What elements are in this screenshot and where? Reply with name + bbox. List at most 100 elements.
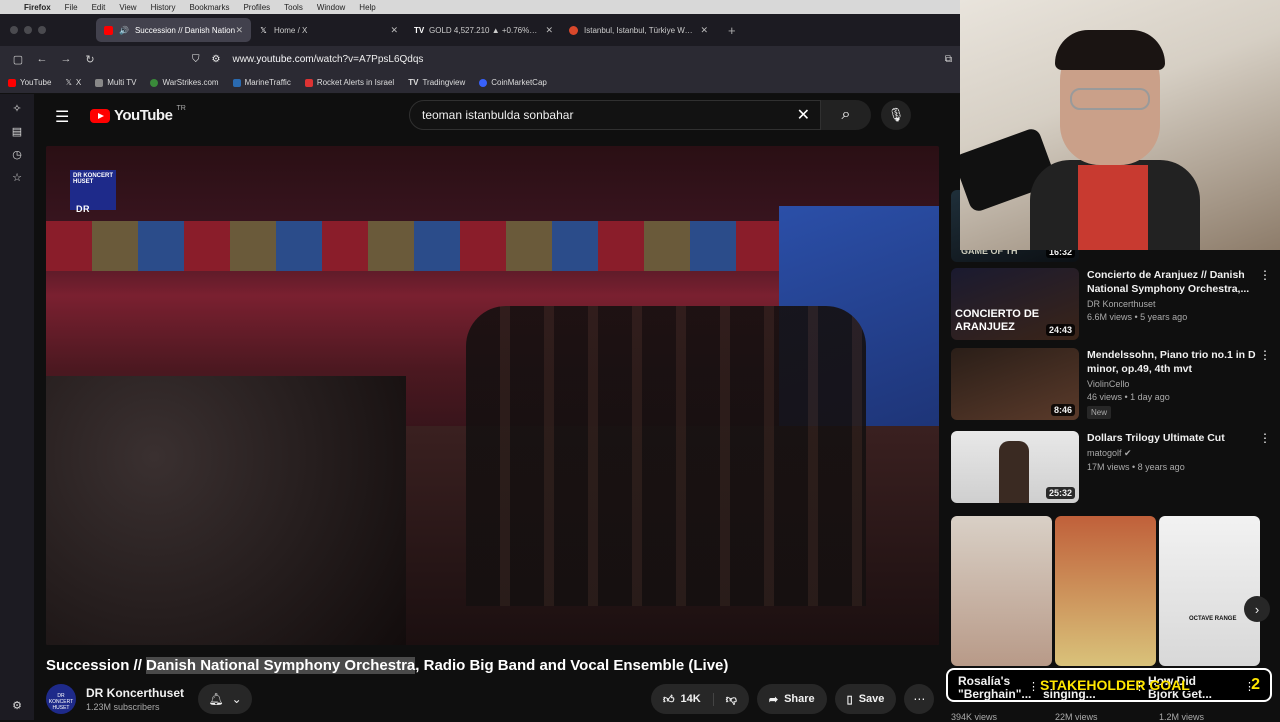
- settings-gear-icon[interactable]: ⚙: [12, 699, 22, 712]
- thumbnail-text: CONCIERTO DE ARANJUEZ: [955, 308, 1040, 333]
- voice-search-button[interactable]: 🎙: [881, 100, 911, 130]
- menu-bookmarks[interactable]: Bookmarks: [189, 3, 229, 12]
- close-tab-icon[interactable]: ✕: [700, 25, 708, 36]
- close-tab-icon[interactable]: ✕: [235, 25, 243, 36]
- speaker-icon[interactable]: 🔊: [119, 26, 129, 35]
- short-item[interactable]: [1055, 516, 1156, 666]
- menu-edit[interactable]: Edit: [92, 3, 106, 12]
- picture-in-picture-icon[interactable]: ⧉: [945, 54, 952, 65]
- reload-icon[interactable]: ↻: [78, 53, 102, 66]
- short-item[interactable]: OCTAVE RANGE: [1159, 516, 1260, 666]
- microphone-icon: 🎙: [887, 107, 905, 122]
- bookmark-youtube[interactable]: YouTube: [8, 78, 51, 87]
- video-title[interactable]: Concierto de Aranjuez // Danish National…: [1087, 268, 1257, 296]
- menu-view[interactable]: View: [119, 3, 136, 12]
- sidebar-toggle-icon[interactable]: ▢: [6, 53, 30, 66]
- more-vertical-icon[interactable]: ⋮: [1028, 680, 1039, 693]
- bookmark-rocket-alerts[interactable]: Rocket Alerts in Israel: [304, 78, 394, 87]
- bookmark-multitv[interactable]: Multi TV: [95, 78, 136, 87]
- reading-list-icon[interactable]: ▤: [12, 125, 22, 138]
- channel-avatar[interactable]: DR KONCERT HUSET: [46, 684, 76, 714]
- cowboy-figure: [999, 441, 1029, 503]
- bookmarks-bar: YouTube 𝕏X Multi TV WarStrikes.com Marin…: [0, 72, 960, 94]
- rocket-icon: [304, 78, 313, 87]
- url-bar[interactable]: ⛉ ⚙ www.youtube.com/watch?v=A7PpsL6Qdqs: [192, 54, 423, 65]
- hamburger-menu-icon[interactable]: ☰: [55, 107, 69, 127]
- shorts-next-button[interactable]: ›: [1244, 596, 1270, 622]
- channel-name[interactable]: DR Koncerthuset: [1087, 299, 1257, 309]
- menu-window[interactable]: Window: [317, 3, 345, 12]
- search-button[interactable]: ⌕: [821, 100, 871, 130]
- bookmark-coinmarketcap[interactable]: CoinMarketCap: [479, 78, 547, 87]
- globe-icon: [150, 78, 159, 87]
- video-thumbnail[interactable]: 25:32: [951, 431, 1079, 503]
- share-button[interactable]: ➦ Share: [756, 684, 827, 714]
- zoom-window-icon[interactable]: [38, 26, 46, 34]
- short-item[interactable]: [951, 516, 1052, 666]
- youtube-play-icon: [90, 108, 110, 123]
- tracking-shield-icon[interactable]: ⛉: [192, 54, 200, 65]
- new-tab-icon[interactable]: +: [716, 23, 736, 38]
- video-player[interactable]: DR KONCERT HUSET DR: [46, 146, 939, 645]
- recommendation-item[interactable]: 25:32 Dollars Trilogy Ultimate Cut matog…: [951, 431, 1271, 503]
- x-icon: 𝕏: [65, 78, 72, 87]
- short-title[interactable]: Rosalía's "Berghain"...: [958, 675, 1031, 701]
- more-vertical-icon[interactable]: ⋮: [1134, 680, 1145, 693]
- tab-youtube[interactable]: 🔊 Succession // Danish Nation ✕: [96, 18, 251, 42]
- back-icon[interactable]: ←: [30, 53, 54, 65]
- menu-help[interactable]: Help: [359, 3, 375, 12]
- goal-count: 2: [1251, 676, 1260, 693]
- video-title[interactable]: Mendelssohn, Piano trio no.1 in D minor,…: [1087, 348, 1257, 376]
- bookmark-tradingview[interactable]: TV Tradingview: [408, 78, 465, 87]
- bookmark-x[interactable]: 𝕏X: [65, 78, 81, 87]
- close-tab-icon[interactable]: ✕: [545, 25, 553, 36]
- tab-label: Home / X: [274, 25, 308, 35]
- share-icon: ➦: [768, 693, 779, 706]
- recommendation-item[interactable]: CONCIERTO DE ARANJUEZ 24:43 Concierto de…: [951, 268, 1271, 340]
- search-icon: ⌕: [841, 106, 851, 123]
- bookmarks-star-icon[interactable]: ☆: [12, 171, 22, 184]
- clear-search-icon[interactable]: ✕: [797, 105, 810, 125]
- like-button[interactable]: 👍︎ 14K: [651, 692, 714, 706]
- bookmark-marinetraffic[interactable]: MarineTraffic: [232, 78, 291, 87]
- more-vertical-icon[interactable]: ⋮: [1259, 268, 1271, 282]
- more-vertical-icon[interactable]: ⋮: [1259, 431, 1271, 445]
- video-thumbnail[interactable]: CONCIERTO DE ARANJUEZ 24:43: [951, 268, 1079, 340]
- video-title[interactable]: Dollars Trilogy Ultimate Cut: [1087, 431, 1257, 445]
- recommendation-item[interactable]: 8:46 Mendelssohn, Piano trio no.1 in D m…: [951, 348, 1271, 420]
- history-icon[interactable]: ◷: [12, 148, 22, 161]
- notification-button[interactable]: 🔔︎ ⌄: [198, 684, 252, 714]
- channel-name[interactable]: DR Koncerthuset: [86, 686, 184, 700]
- tab-x-home[interactable]: 𝕏 Home / X ✕: [251, 18, 406, 42]
- minimize-window-icon[interactable]: [24, 26, 32, 34]
- menu-file[interactable]: File: [65, 3, 78, 12]
- menu-profiles[interactable]: Profiles: [243, 3, 270, 12]
- bell-icon: 🔔︎: [208, 692, 224, 706]
- channel-name[interactable]: matogolf ✔: [1087, 448, 1257, 459]
- video-info: Mendelssohn, Piano trio no.1 in D minor,…: [1087, 348, 1271, 420]
- tab-tradingview[interactable]: TV GOLD 4,527.210 ▲ +0.76% Unna ✕: [406, 18, 561, 42]
- menu-tools[interactable]: Tools: [284, 3, 303, 12]
- bookmark-warstrikes[interactable]: WarStrikes.com: [150, 78, 219, 87]
- forward-icon[interactable]: →: [54, 53, 78, 65]
- video-thumbnail[interactable]: 8:46: [951, 348, 1079, 420]
- more-actions-button[interactable]: ⋯: [904, 684, 935, 714]
- close-window-icon[interactable]: [10, 26, 18, 34]
- tab-weather[interactable]: Istanbul, Istanbul, Türkiye Weat ✕: [561, 18, 716, 42]
- save-button[interactable]: ▯ Save: [834, 684, 897, 714]
- url-text[interactable]: www.youtube.com/watch?v=A7PpsL6Qdqs: [232, 54, 423, 65]
- bookmark-icon: ▯: [846, 693, 853, 706]
- search-input[interactable]: teoman istanbulda sonbahar ✕: [409, 100, 821, 130]
- channel-name[interactable]: ViolinCello: [1087, 379, 1257, 389]
- more-vertical-icon[interactable]: ⋮: [1259, 348, 1271, 362]
- youtube-header: ☰ YouTube TR teoman istanbulda sonbahar …: [34, 94, 960, 136]
- youtube-logo[interactable]: YouTube TR: [90, 105, 186, 124]
- ai-chatbot-icon[interactable]: ✧: [12, 102, 21, 115]
- menubar-app-name[interactable]: Firefox: [24, 3, 51, 12]
- tradingview-icon: TV: [414, 25, 425, 35]
- dislike-button[interactable]: 👎︎: [714, 693, 749, 706]
- browser-sidebar: ✧ ▤ ◷ ☆ ⚙: [0, 94, 34, 720]
- menu-history[interactable]: History: [151, 3, 176, 12]
- site-settings-icon[interactable]: ⚙: [212, 54, 221, 65]
- close-tab-icon[interactable]: ✕: [390, 25, 398, 36]
